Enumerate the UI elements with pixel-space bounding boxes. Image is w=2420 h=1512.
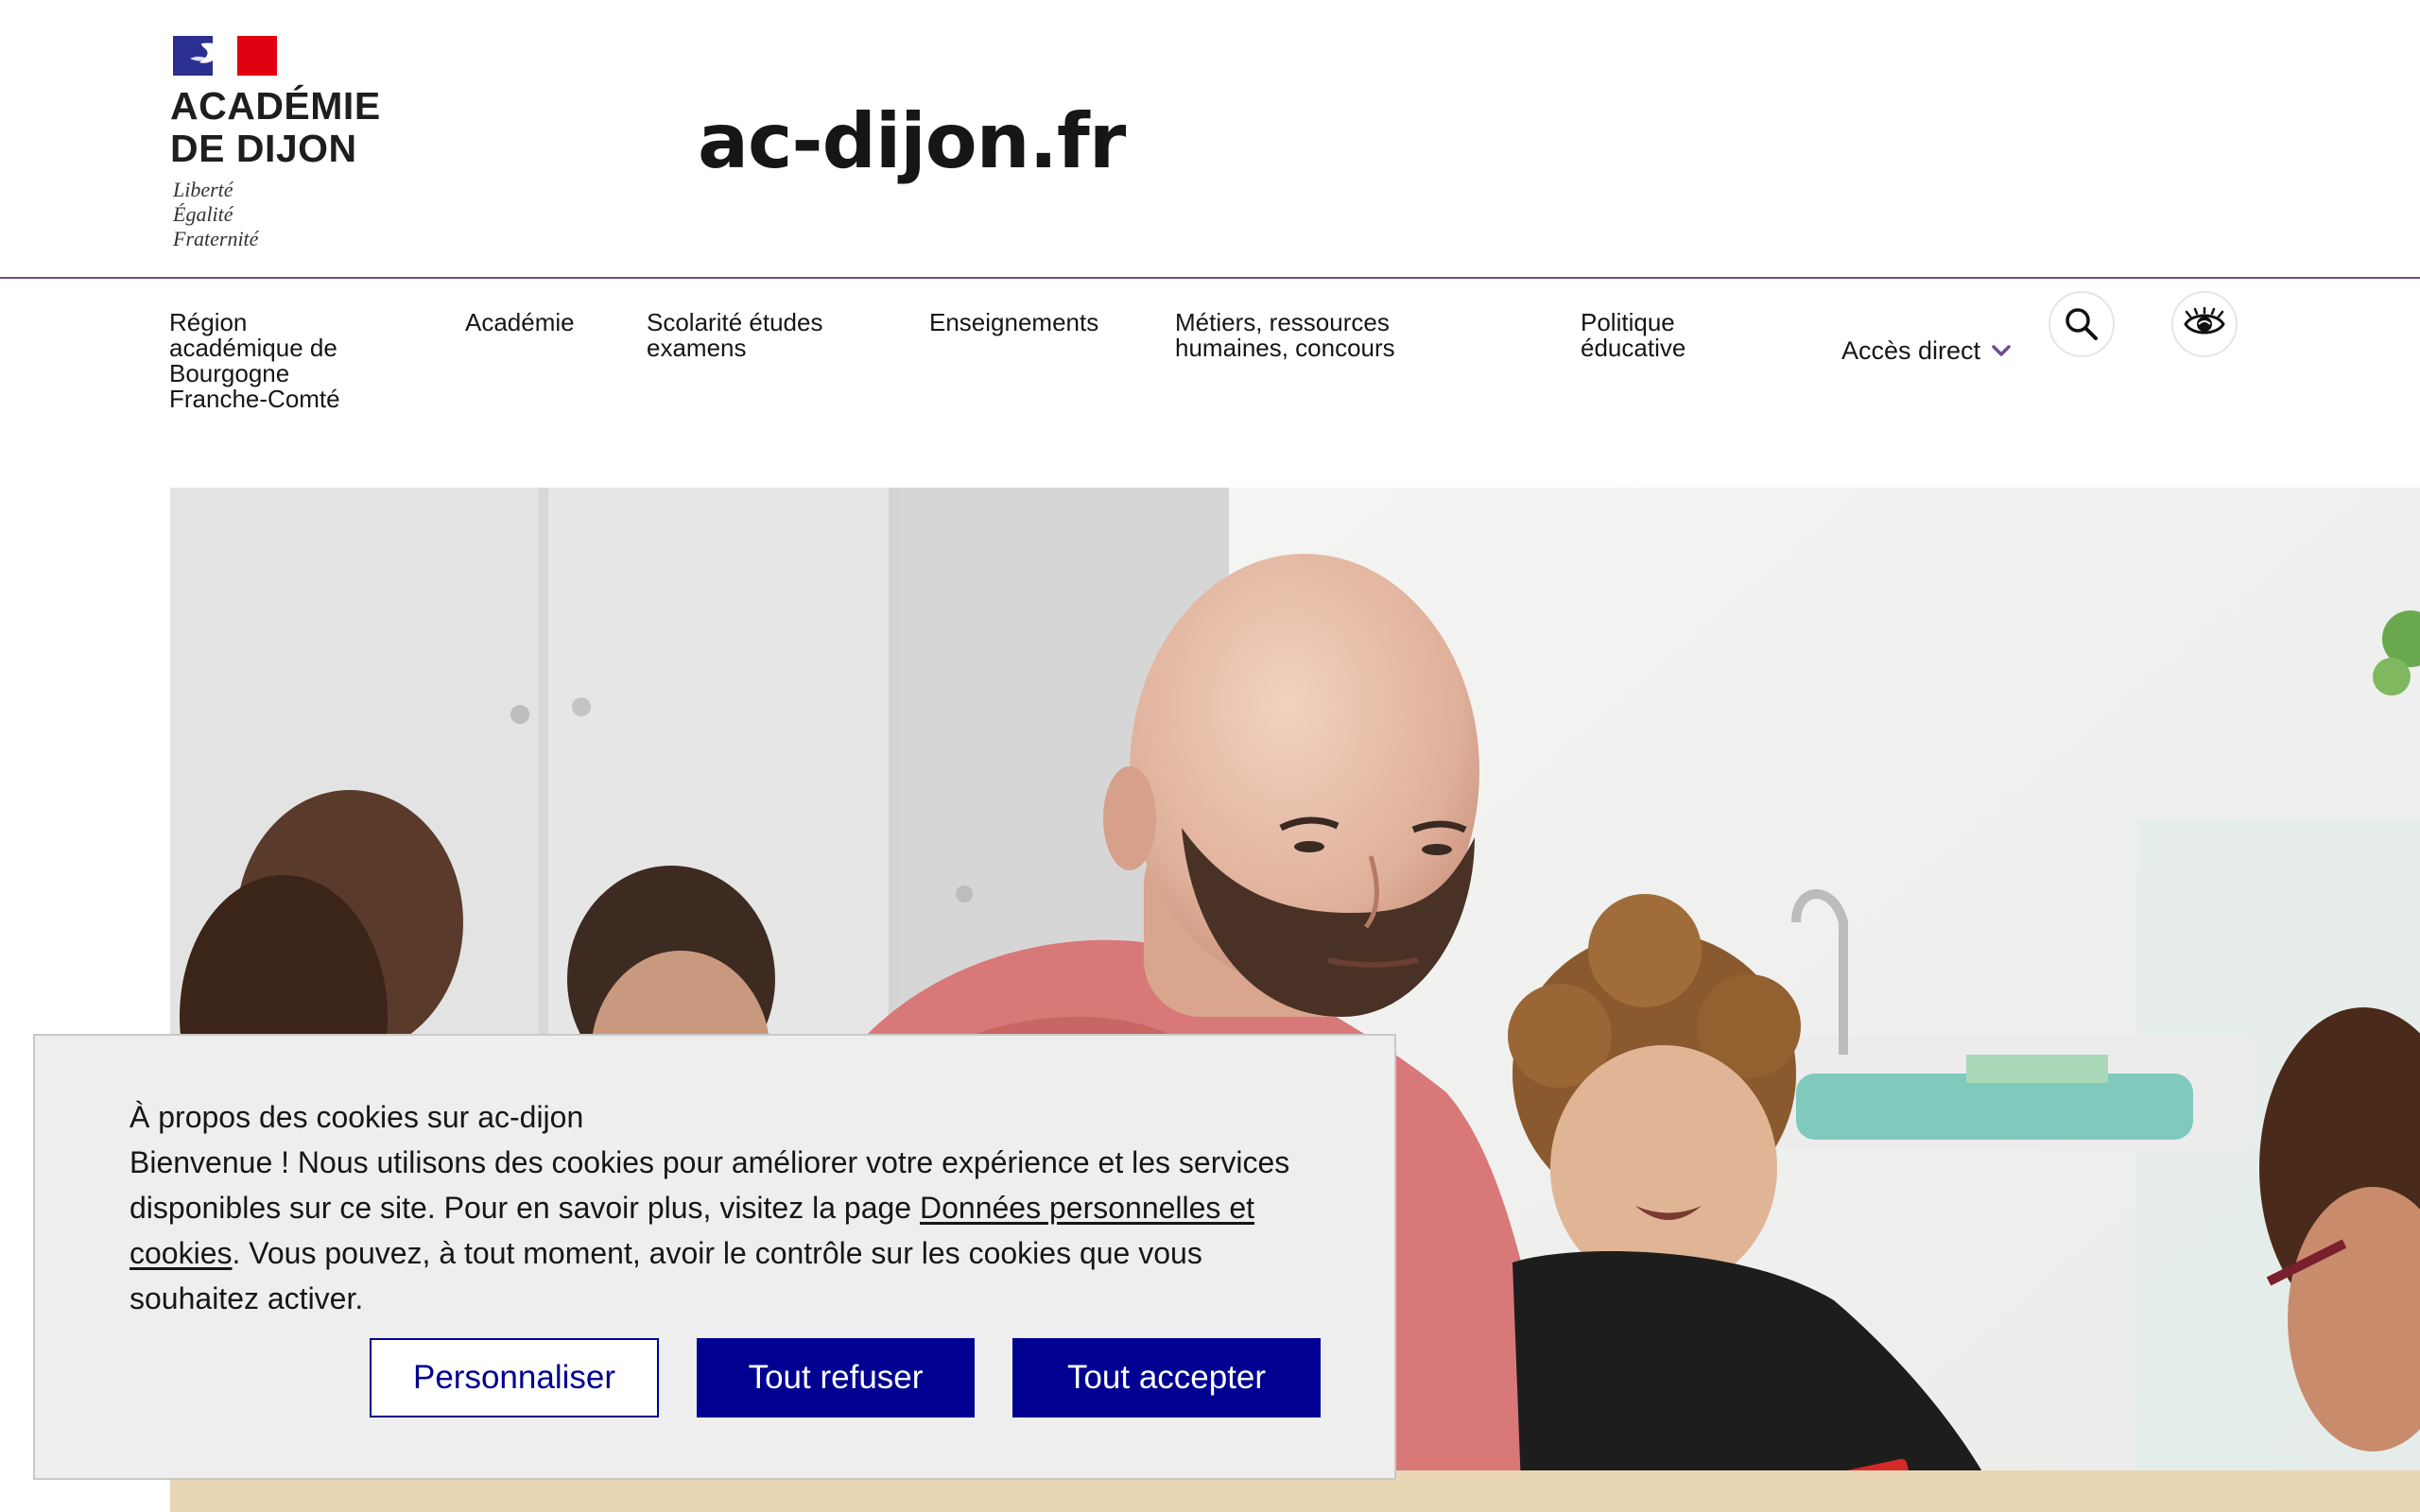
nav-item-label: Bourgogne (169, 359, 290, 387)
nav-item-academie[interactable]: Académie (465, 310, 575, 335)
academie-name: ACADÉMIE DE DIJON (170, 85, 381, 170)
main-navigation: Région académique de Bourgogne Franche-C… (0, 280, 2420, 469)
acces-direct-label: Accès direct (1841, 336, 1981, 365)
cookie-banner-title: À propos des cookies sur ac-dijon (130, 1100, 584, 1134)
cookie-text-outro: . Vous pouvez, à tout moment, avoir le c… (130, 1236, 1202, 1315)
nav-item-label: humaines, concours (1175, 334, 1395, 362)
personnaliser-button[interactable]: Personnaliser (370, 1338, 659, 1418)
search-icon (2066, 308, 2098, 340)
nav-item-label: examens (647, 334, 747, 362)
nav-item-label: Métiers, ressources (1175, 308, 1390, 336)
nav-item-label: Politique (1581, 308, 1675, 336)
site-name-link[interactable]: ac-dijon.fr (698, 94, 1126, 189)
tout-accepter-button[interactable]: Tout accepter (1012, 1338, 1321, 1418)
chevron-down-icon (1992, 345, 2011, 356)
acces-direct-dropdown[interactable]: Accès direct (1841, 336, 2013, 365)
motto-liberte: Liberté (173, 178, 233, 201)
nav-item-politique-educative[interactable]: Politique éducative (1581, 310, 1685, 361)
republic-motto: Liberté Égalité Fraternité (173, 178, 258, 251)
header-divider (0, 277, 2420, 279)
cookie-banner-text: Bienvenue ! Nous utilisons des cookies p… (130, 1140, 1340, 1321)
nav-item-enseignements[interactable]: Enseignements (929, 310, 1098, 335)
nav-item-label: Scolarité études (647, 308, 823, 336)
nav-item-label: Enseignements (929, 308, 1099, 336)
nav-item-label: Région (169, 308, 248, 336)
eye-icon (2184, 307, 2225, 335)
tout-refuser-button[interactable]: Tout refuser (697, 1338, 975, 1418)
nav-item-label: Franche-Comté (169, 385, 340, 413)
nav-item-metiers[interactable]: Métiers, ressources humaines, concours (1175, 310, 1395, 361)
motto-fraternite: Fraternité (173, 227, 259, 250)
marianne-logo-icon (173, 36, 277, 76)
motto-egalite: Égalité (173, 202, 233, 226)
cookie-banner: À propos des cookies sur ac-dijon Bienve… (33, 1034, 1396, 1480)
site-header: ACADÉMIE DE DIJON Liberté Égalité Frater… (0, 0, 2420, 279)
nav-item-label: académique de (169, 334, 337, 362)
nav-item-scolarite[interactable]: Scolarité études examens (647, 310, 822, 361)
nav-item-label: éducative (1581, 334, 1686, 362)
academie-logo[interactable]: ACADÉMIE DE DIJON Liberté Égalité Frater… (170, 36, 397, 259)
nav-item-region-academique[interactable]: Région académique de Bourgogne Franche-C… (169, 310, 340, 412)
nav-item-label: Académie (465, 308, 575, 336)
academie-name-line1: ACADÉMIE (170, 84, 381, 128)
display-settings-button[interactable] (2171, 291, 2238, 357)
search-button[interactable] (2048, 291, 2115, 357)
academie-name-line2: DE DIJON (170, 127, 357, 170)
